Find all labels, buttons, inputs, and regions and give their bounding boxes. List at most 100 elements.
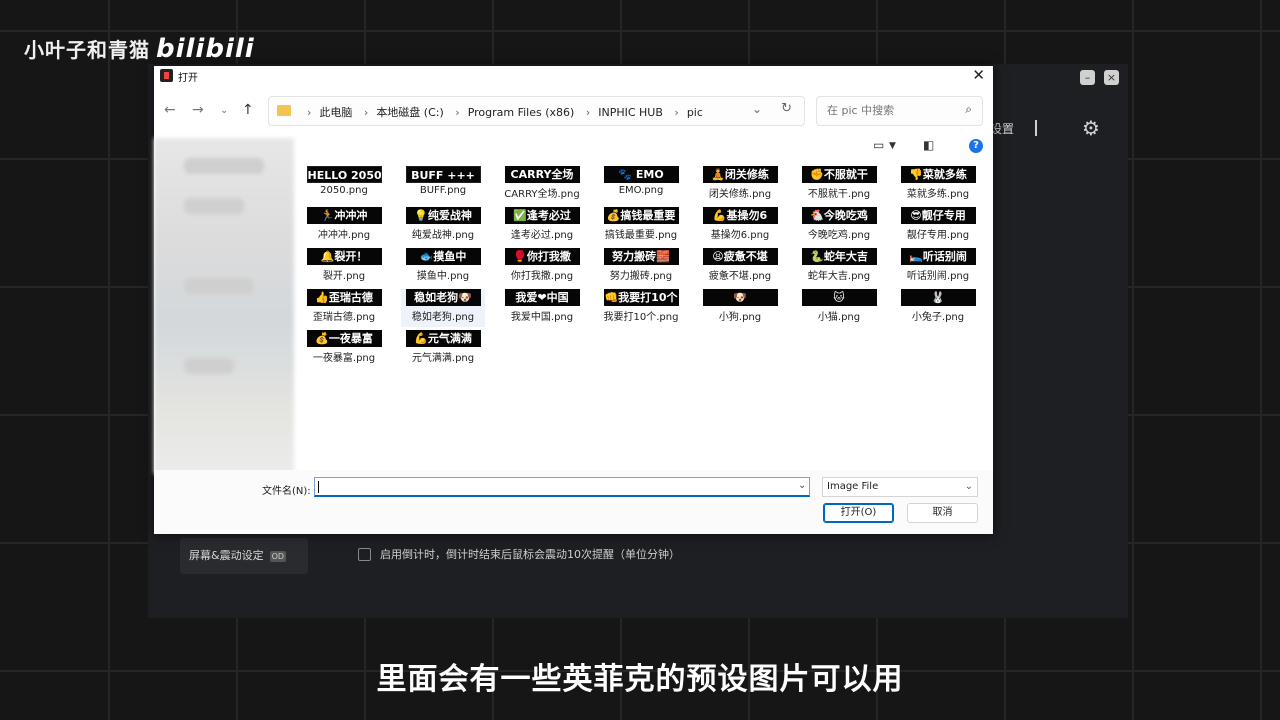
recent-chevron-down-icon[interactable]: ⌄: [220, 105, 228, 116]
file-thumbnail: 🐱: [801, 289, 877, 306]
filetype-chevron-down-icon: ⌄: [964, 481, 973, 492]
sidebar-item-label: 屏幕&震动设定: [189, 549, 264, 562]
file-item[interactable]: 努力搬砖🧱 努力搬砖.png: [599, 248, 683, 286]
file-name: 2050.png: [320, 185, 368, 196]
file-name: 摸鱼中.png: [416, 271, 470, 282]
file-thumbnail: 🐟摸鱼中: [405, 248, 481, 265]
file-item[interactable]: 🐔今晚吃鸡 今晚吃鸡.png: [797, 207, 881, 245]
file-item[interactable]: ✊不服就干 不服就干.png: [797, 166, 881, 204]
file-thumbnail: 🛌听话别闹: [900, 248, 976, 265]
file-name: 基操勿6.png: [710, 230, 770, 241]
file-item[interactable]: HELLO 2050 2050.png: [302, 166, 386, 204]
file-thumbnail: 🧘闭关修练: [702, 166, 778, 183]
file-thumbnail: 努力搬砖🧱: [603, 248, 679, 265]
file-item[interactable]: 🐾 EMO EMO.png: [599, 166, 683, 204]
file-item[interactable]: 🐍蛇年大吉 蛇年大吉.png: [797, 248, 881, 286]
file-item[interactable]: CARRY全场 CARRY全场.png: [500, 166, 584, 204]
file-item[interactable]: 🥊你打我撒你打我撒.png: [500, 248, 584, 286]
file-item[interactable]: 🐶 小狗.png: [698, 289, 782, 327]
minimize-icon[interactable]: –: [1080, 70, 1095, 85]
file-item[interactable]: ✅逢考必过 逢考必过.png: [500, 207, 584, 245]
view-options: ▭ ▼ ◧ ?: [873, 138, 983, 156]
file-name: 你打我撒.png: [510, 271, 574, 282]
breadcrumb-inphic-hub[interactable]: INPHIC HUB: [598, 106, 663, 119]
file-name: 逢考必过.png: [510, 230, 574, 241]
file-item[interactable]: 我爱❤中国 我爱中国.png: [500, 289, 584, 327]
search-box[interactable]: ⌕: [816, 96, 983, 126]
channel-watermark: 小叶子和青猫 bilibili: [24, 34, 255, 64]
file-thumbnail: 👍歪瑞古德: [306, 289, 382, 306]
file-thumbnail: 🔔裂开！: [306, 248, 382, 265]
cancel-button[interactable]: 取消: [907, 503, 978, 523]
folder-icon: [277, 105, 291, 116]
file-item[interactable]: 🧘闭关修练闭关修练.png: [698, 166, 782, 204]
file-item[interactable]: 💰搞钱最重要 搞钱最重要.png: [599, 207, 683, 245]
breadcrumb-this-pc[interactable]: 此电脑: [319, 106, 352, 119]
file-name: 疲惫不堪.png: [708, 271, 772, 282]
navigation-pane[interactable]: [154, 138, 294, 474]
file-name: 冲冲冲.png: [317, 230, 371, 241]
back-arrow-icon[interactable]: ←: [164, 102, 176, 118]
file-item[interactable]: 💪基操勿6 基操勿6.png: [698, 207, 782, 245]
file-thumbnail: 🐰: [900, 289, 976, 306]
breadcrumb-program-files[interactable]: Program Files (x86): [468, 106, 575, 119]
file-item[interactable]: 稳如老狗🐶 稳如老狗.png: [401, 289, 485, 327]
file-item[interactable]: BUFF +++ BUFF.png: [401, 166, 485, 204]
filetype-select[interactable]: Image File ⌄: [822, 477, 978, 497]
sidebar-item-screen-vibration[interactable]: 屏幕&震动设定 OD: [180, 538, 308, 574]
file-item[interactable]: 💪元气满满 元气满满.png: [401, 330, 485, 368]
file-name: CARRY全场.png: [504, 189, 580, 200]
file-name: 闭关修练.png: [708, 189, 772, 200]
channel-name: 小叶子和青猫: [24, 38, 150, 62]
file-item[interactable]: 🐟摸鱼中摸鱼中.png: [401, 248, 485, 286]
file-name: 靓仔专用.png: [906, 230, 970, 241]
file-item[interactable]: 🏃冲冲冲 冲冲冲.png: [302, 207, 386, 245]
file-thumbnail: 🐍蛇年大吉: [801, 248, 877, 265]
file-item[interactable]: 😎靓仔专用 靓仔专用.png: [896, 207, 980, 245]
file-name: 歪瑞古德.png: [312, 312, 376, 323]
gear-icon[interactable]: ⚙: [1082, 116, 1100, 140]
help-icon[interactable]: ?: [969, 139, 983, 153]
file-thumbnail: 💡纯爱战神: [405, 207, 481, 224]
forward-arrow-icon[interactable]: →: [192, 102, 204, 118]
filename-chevron-down-icon[interactable]: ⌄: [798, 480, 806, 491]
up-arrow-icon[interactable]: ↑: [242, 102, 254, 118]
file-name: 搞钱最重要.png: [604, 230, 678, 241]
file-name: 我要打10个.png: [603, 312, 679, 323]
filename-input[interactable]: [314, 477, 810, 497]
countdown-checkbox[interactable]: [358, 548, 371, 561]
file-item[interactable]: 🐰 小兔子.png: [896, 289, 980, 327]
view-mode-icon[interactable]: ▭: [873, 138, 884, 152]
preview-pane-icon[interactable]: ◧: [923, 138, 934, 152]
file-thumbnail: 🥊你打我撒: [504, 248, 580, 265]
address-bar[interactable]: › 此电脑 › 本地磁盘 (C:) › Program Files (x86) › IN…: [268, 96, 805, 126]
address-chevron-down-icon[interactable]: ⌄: [752, 102, 762, 116]
file-name: 听话别闹.png: [906, 271, 970, 282]
breadcrumb-local-disk[interactable]: 本地磁盘 (C:): [376, 106, 443, 119]
file-item[interactable]: 👎菜就多练 菜就多练.png: [896, 166, 980, 204]
filetype-value: Image File: [827, 481, 879, 492]
breadcrumb-pic[interactable]: pic: [687, 106, 703, 119]
close-icon[interactable]: ×: [1104, 70, 1119, 85]
open-button[interactable]: 打开(O): [823, 503, 894, 523]
file-name: 稳如老狗.png: [411, 312, 475, 323]
settings-label[interactable]: 设置: [990, 120, 1014, 137]
file-item[interactable]: 💡纯爱战神 纯爱战神.png: [401, 207, 485, 245]
search-icon: ⌕: [965, 102, 972, 116]
file-item[interactable]: 👍歪瑞古德歪瑞古德.png: [302, 289, 386, 327]
file-thumbnail: 🐶: [702, 289, 778, 306]
file-item[interactable]: 🔔裂开！ 裂开.png: [302, 248, 386, 286]
file-item[interactable]: 🛌听话别闹听话别闹.png: [896, 248, 980, 286]
file-item[interactable]: 🐱 小猫.png: [797, 289, 881, 327]
sidebar-item-tag: OD: [269, 551, 287, 562]
refresh-icon[interactable]: ↻: [781, 101, 792, 116]
view-chevron-down-icon[interactable]: ▼: [889, 141, 896, 151]
file-thumbnail: 💪元气满满: [405, 330, 481, 347]
file-thumbnail: 🐾 EMO: [603, 166, 679, 183]
file-item[interactable]: 😫疲惫不堪 疲惫不堪.png: [698, 248, 782, 286]
file-item[interactable]: 💰一夜暴富 一夜暴富.png: [302, 330, 386, 368]
file-item[interactable]: 👊我要打10个 我要打10个.png: [599, 289, 683, 327]
file-thumbnail: CARRY全场: [504, 166, 580, 183]
dialog-close-button[interactable]: ✕: [972, 66, 985, 84]
search-input[interactable]: [825, 103, 959, 118]
